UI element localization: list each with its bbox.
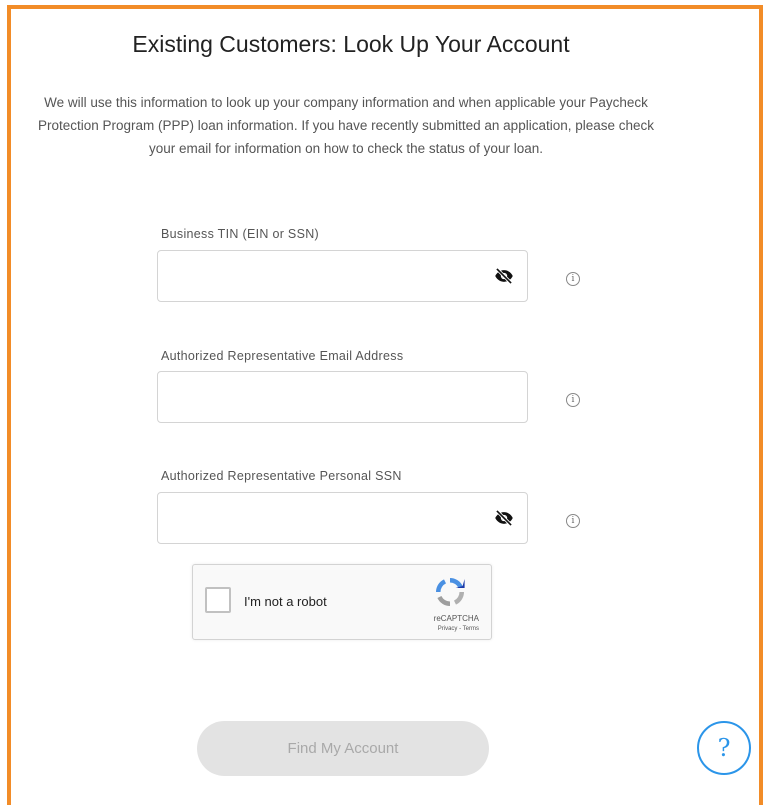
business-tin-label: Business TIN (EIN or SSN) bbox=[161, 227, 320, 241]
eye-slash-icon[interactable] bbox=[493, 508, 515, 528]
email-field-wrapper bbox=[157, 371, 528, 423]
recaptcha-brand: reCAPTCHA bbox=[433, 614, 479, 623]
email-input[interactable] bbox=[158, 372, 486, 420]
help-button[interactable]: ? bbox=[697, 721, 751, 775]
page-description: We will use this information to look up … bbox=[37, 95, 655, 156]
recaptcha-widget: I'm not a robot reCAPTCHA Privacy - Term… bbox=[192, 564, 492, 640]
personal-ssn-field-wrapper bbox=[157, 492, 528, 544]
recaptcha-privacy-terms-links[interactable]: Privacy - Terms bbox=[438, 626, 479, 632]
business-tin-field-wrapper bbox=[157, 250, 528, 302]
page-title: Existing Customers: Look Up Your Account bbox=[132, 31, 570, 57]
personal-ssn-label: Authorized Representative Personal SSN bbox=[161, 469, 402, 483]
business-tin-info-icon[interactable]: i bbox=[566, 272, 580, 286]
email-label: Authorized Representative Email Address bbox=[161, 349, 404, 363]
recaptcha-checkbox[interactable] bbox=[205, 587, 231, 613]
recaptcha-logo-icon bbox=[436, 578, 465, 606]
find-my-account-button[interactable]: Find My Account bbox=[197, 721, 489, 776]
eye-slash-icon[interactable] bbox=[493, 266, 515, 286]
business-tin-input[interactable] bbox=[158, 251, 486, 299]
recaptcha-label: I'm not a robot bbox=[244, 594, 327, 609]
account-lookup-panel: Existing Customers: Look Up Your Account… bbox=[7, 5, 763, 805]
personal-ssn-input[interactable] bbox=[158, 493, 486, 541]
email-info-icon[interactable]: i bbox=[566, 393, 580, 407]
personal-ssn-info-icon[interactable]: i bbox=[566, 514, 580, 528]
